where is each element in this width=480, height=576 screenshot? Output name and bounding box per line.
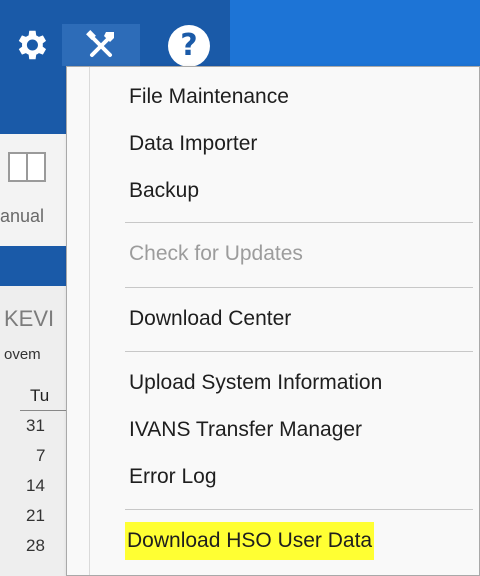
calendar-month: ovem: [4, 346, 41, 363]
menu-item-backup[interactable]: Backup: [125, 172, 203, 210]
menu-item-ivans-transfer-manager[interactable]: IVANS Transfer Manager: [125, 411, 366, 449]
tools-button[interactable]: [62, 24, 140, 66]
menu-separator: [125, 287, 473, 288]
calendar-day-header: Tu: [30, 386, 50, 405]
tools-icon: [86, 30, 114, 57]
manual-book-icon[interactable]: [8, 152, 46, 182]
calendar-date[interactable]: 21: [26, 506, 45, 526]
section-header-bar: [0, 246, 66, 286]
toolbar-extension: [230, 0, 480, 68]
calendar-panel: KEVI ovem Tu 31 7 14 21 28: [0, 286, 66, 576]
menu-separator: [125, 222, 473, 223]
menu-separator: [125, 509, 473, 510]
manual-label: anual: [0, 206, 45, 226]
tools-dropdown-menu: File Maintenance Data Importer Backup Ch…: [66, 66, 480, 576]
menu-separator: [125, 351, 473, 352]
menu-item-download-center[interactable]: Download Center: [125, 300, 295, 338]
calendar-date[interactable]: 7: [36, 446, 45, 466]
settings-button[interactable]: [12, 26, 50, 64]
menu-item-upload-system-information[interactable]: Upload System Information: [125, 364, 386, 402]
menu-item-download-hso-user-data[interactable]: Download HSO User Data: [125, 522, 375, 560]
menu-icon-gutter: [89, 67, 90, 575]
menu-item-error-log[interactable]: Error Log: [125, 458, 221, 496]
calendar-date[interactable]: 28: [26, 536, 45, 556]
calendar-divider: [20, 410, 66, 411]
menu-item-check-for-updates: Check for Updates: [129, 242, 303, 265]
gear-icon: [18, 30, 47, 60]
help-icon[interactable]: ?: [168, 25, 210, 67]
calendar-date[interactable]: 14: [26, 476, 45, 496]
ribbon-panel: anual: [0, 134, 66, 246]
calendar-user-name: KEVI: [4, 306, 55, 331]
calendar-date[interactable]: 31: [26, 416, 45, 436]
menu-item-file-maintenance[interactable]: File Maintenance: [125, 78, 293, 116]
menu-item-data-importer[interactable]: Data Importer: [125, 125, 261, 163]
